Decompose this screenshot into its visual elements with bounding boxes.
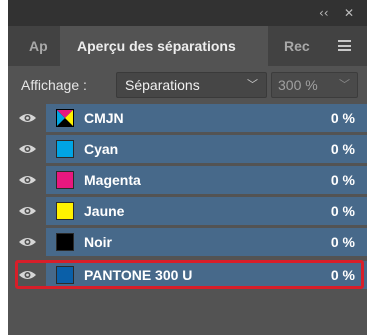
chevron-down-icon: ﹀ <box>339 79 350 91</box>
resize-grip-icon[interactable] <box>178 329 198 333</box>
panel-title-bar: ‹‹ ✕ <box>8 0 367 26</box>
visibility-toggle[interactable] <box>8 228 46 256</box>
separation-percent: 0 % <box>330 110 355 126</box>
pantone-swatch-icon <box>56 266 74 284</box>
frame-left <box>0 0 8 335</box>
frame-right <box>367 0 371 335</box>
separation-percent: 0 % <box>330 234 355 250</box>
separation-name: Magenta <box>84 172 141 188</box>
panel-menu-icon[interactable] <box>338 40 351 51</box>
separation-name: CMJN <box>84 110 124 126</box>
separation-row-noir[interactable]: Noir 0 % <box>8 228 367 256</box>
separation-percent: 0 % <box>330 172 355 188</box>
separation-row-cmjn[interactable]: CMJN 0 % <box>8 104 367 132</box>
separation-row-cyan[interactable]: Cyan 0 % <box>8 135 367 163</box>
eye-icon <box>19 145 36 153</box>
eye-icon <box>19 176 36 184</box>
eye-icon <box>19 114 36 122</box>
separation-name: Noir <box>84 234 112 250</box>
black-swatch-icon <box>56 233 74 251</box>
panel-tab-bar: Ap Aperçu des séparations Rec <box>8 26 367 66</box>
magenta-swatch-icon <box>56 171 74 189</box>
cmyk-swatch-icon <box>56 109 74 127</box>
separation-row-pantone-300-u[interactable]: PANTONE 300 U 0 % <box>8 261 367 289</box>
separations-preview-panel: ‹‹ ✕ Ap Aperçu des séparations Rec Affic… <box>8 0 367 335</box>
visibility-toggle[interactable] <box>8 261 46 289</box>
chevron-down-icon: ﹀ <box>247 79 258 91</box>
view-mode-value: Séparations <box>125 77 200 93</box>
tab-separations-preview[interactable]: Aperçu des séparations <box>60 26 268 66</box>
view-options-row: Affichage : Séparations ﹀ 300 % ﹀ <box>8 66 367 104</box>
zoom-select[interactable]: 300 % ﹀ <box>271 72 358 98</box>
separation-row-magenta[interactable]: Magenta 0 % <box>8 166 367 194</box>
zoom-value: 300 % <box>278 77 318 93</box>
separation-percent: 0 % <box>330 267 355 283</box>
tab-appearance[interactable]: Ap <box>8 26 60 66</box>
eye-icon <box>19 238 36 246</box>
separation-name: PANTONE 300 U <box>84 267 193 283</box>
visibility-toggle[interactable] <box>8 166 46 194</box>
view-label: Affichage : <box>21 77 87 93</box>
yellow-swatch-icon <box>56 202 74 220</box>
separation-percent: 0 % <box>330 141 355 157</box>
panel-footer <box>8 296 367 335</box>
visibility-toggle[interactable] <box>8 135 46 163</box>
cyan-swatch-icon <box>56 140 74 158</box>
separation-row-jaune[interactable]: Jaune 0 % <box>8 197 367 225</box>
close-panel-icon[interactable]: ✕ <box>344 5 354 21</box>
collapse-panel-icon[interactable]: ‹‹ <box>319 5 329 21</box>
visibility-toggle[interactable] <box>8 197 46 225</box>
eye-icon <box>19 271 36 279</box>
tab-recolor[interactable]: Rec <box>268 26 318 66</box>
separation-name: Cyan <box>84 141 119 157</box>
visibility-toggle[interactable] <box>8 104 46 132</box>
separation-name: Jaune <box>84 203 125 219</box>
view-mode-select[interactable]: Séparations ﹀ <box>116 72 267 98</box>
separation-percent: 0 % <box>330 203 355 219</box>
eye-icon <box>19 207 36 215</box>
